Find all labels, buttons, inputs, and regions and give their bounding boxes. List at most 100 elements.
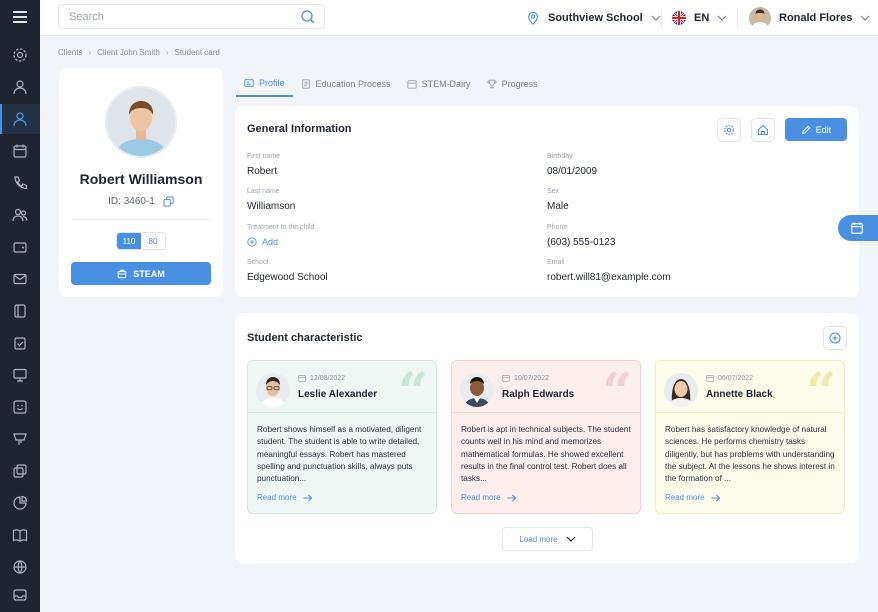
- uk-flag-icon: [672, 11, 686, 25]
- teacher-name: Leslie Alexander: [298, 389, 378, 400]
- field-value: Edgewood School: [247, 272, 328, 283]
- characteristic-card: 10/07/2022 Ralph Edwards “ Robert is apt…: [451, 360, 641, 514]
- school-selector[interactable]: Southview School: [526, 0, 661, 36]
- language-selector[interactable]: EN: [672, 0, 727, 36]
- phone-field: Phone (603) 555-0123: [547, 224, 615, 248]
- gear-icon[interactable]: [0, 40, 40, 70]
- pencil-icon: [801, 125, 811, 134]
- quote-icon: “: [398, 362, 428, 423]
- arrow-right-icon: [303, 494, 312, 501]
- students-icon[interactable]: [0, 104, 40, 134]
- score-active[interactable]: 110: [117, 233, 141, 249]
- load-more-button[interactable]: Load more: [502, 527, 593, 551]
- group-icon[interactable]: [0, 200, 40, 230]
- treatment-field: Treatment to the child Add: [247, 224, 314, 247]
- tag-icon[interactable]: [0, 424, 40, 454]
- user-icon[interactable]: [0, 72, 40, 102]
- pie-chart-icon[interactable]: [0, 488, 40, 518]
- copy-icon[interactable]: [163, 196, 174, 207]
- open-book-icon[interactable]: [0, 520, 40, 550]
- student-id: ID: 3460-1: [108, 196, 155, 207]
- book-icon[interactable]: [0, 296, 40, 326]
- sidebar: [0, 0, 40, 612]
- school-name: Southview School: [548, 12, 643, 24]
- field-label: Treatment to the child: [247, 224, 315, 231]
- edit-button[interactable]: Edit: [785, 118, 847, 141]
- menu-icon[interactable]: [0, 0, 40, 34]
- tab-profile[interactable]: Profile: [236, 70, 293, 97]
- characteristic-card: 06/07/2022 Annette Black “ Robert has sa…: [655, 360, 845, 514]
- quote-icon: “: [602, 362, 632, 423]
- globe-icon[interactable]: [0, 552, 40, 582]
- breadcrumb-item[interactable]: Client John Smith: [97, 48, 160, 57]
- teacher-avatar: [256, 373, 290, 407]
- user-menu[interactable]: Ronald Flores: [749, 0, 870, 36]
- card-text: Robert is apt in technical subjects. The…: [461, 425, 631, 484]
- arrow-right-icon: [711, 494, 720, 501]
- add-treatment-button[interactable]: Add: [247, 237, 314, 247]
- chevron-down-icon: [651, 15, 661, 21]
- steam-button[interactable]: STEAM: [71, 262, 211, 285]
- tab-label: STEM-Dairy: [421, 78, 471, 89]
- quote-icon: “: [806, 362, 836, 423]
- card-date-row: 10/07/2022: [502, 374, 549, 382]
- home-button[interactable]: [751, 118, 775, 142]
- plus-circle-icon: [829, 332, 841, 344]
- student-name: Robert Williamson: [79, 171, 203, 187]
- field-label: Last name: [247, 188, 280, 195]
- field-label: Birthday: [547, 153, 573, 160]
- inbox-icon[interactable]: [0, 580, 40, 610]
- trophy-icon: [486, 79, 497, 88]
- tab-education-process[interactable]: Education Process: [293, 70, 399, 97]
- breadcrumb: Clients › Client John Smith › Student ca…: [58, 48, 220, 57]
- phone-icon[interactable]: [0, 168, 40, 198]
- card-date: 10/07/2022: [514, 374, 550, 382]
- layers-icon[interactable]: [0, 456, 40, 486]
- search-input[interactable]: Search: [58, 4, 325, 29]
- student-id-row: ID: 3460-1: [59, 196, 223, 207]
- wallet-icon[interactable]: [0, 232, 40, 262]
- divider: [737, 8, 738, 28]
- school-field: School Edgewood School: [247, 259, 328, 283]
- user-avatar: [749, 7, 771, 29]
- clipboard-icon[interactable]: [0, 328, 40, 358]
- breadcrumb-item[interactable]: Clients: [58, 48, 82, 57]
- plus-circle-icon: [247, 237, 257, 247]
- tab-progress[interactable]: Progress: [479, 70, 546, 97]
- teacher-avatar: [460, 373, 494, 407]
- score-option[interactable]: 80: [141, 233, 165, 249]
- read-more-label: Read more: [257, 493, 297, 502]
- email-field: Email robert.will81@example.com: [547, 259, 671, 283]
- monitor-icon[interactable]: [0, 360, 40, 390]
- chevron-down-icon: [717, 15, 727, 21]
- read-more-link[interactable]: Read more: [665, 493, 721, 502]
- arrow-right-icon: [507, 494, 516, 501]
- first-name-field: First name Robert: [247, 153, 280, 177]
- edit-label: Edit: [815, 124, 832, 135]
- settings-button[interactable]: [717, 118, 741, 142]
- profile-card-icon: [244, 78, 254, 87]
- search-icon[interactable]: [300, 9, 316, 25]
- mail-icon[interactable]: [0, 264, 40, 294]
- add-characteristic-button[interactable]: [823, 326, 847, 350]
- tab-label: Education Process: [315, 78, 391, 89]
- calendar-icon[interactable]: [0, 136, 40, 166]
- tab-label: Profile: [259, 77, 285, 88]
- teacher-avatar: [664, 373, 698, 407]
- calendar-icon: [298, 374, 306, 382]
- card-date-row: 06/07/2022: [706, 374, 753, 382]
- read-more-link[interactable]: Read more: [257, 493, 313, 502]
- smile-icon[interactable]: [0, 392, 40, 422]
- floating-calendar-button[interactable]: [838, 215, 878, 241]
- field-label: First name: [247, 153, 281, 160]
- tab-stem-dairy[interactable]: STEM-Dairy: [399, 70, 479, 97]
- read-more-link[interactable]: Read more: [461, 493, 517, 502]
- calendar-icon: [706, 374, 714, 382]
- birthday-field: Birthday 08/01/2009: [547, 153, 597, 177]
- user-name: Ronald Flores: [779, 12, 853, 24]
- card-text: Robert has satisfactory knowledge of nat…: [665, 425, 835, 484]
- field-value: robert.will81@example.com: [547, 272, 671, 283]
- read-more-label: Read more: [665, 493, 705, 502]
- calendar-icon: [502, 374, 510, 382]
- card-date: 06/07/2022: [718, 374, 754, 382]
